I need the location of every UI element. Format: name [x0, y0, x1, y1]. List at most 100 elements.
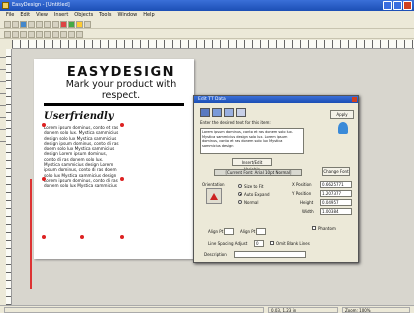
underline-icon[interactable] — [44, 30, 51, 38]
y-position-label: Y Position — [292, 191, 312, 196]
align-y-input[interactable] — [256, 228, 266, 235]
dialog-close-button[interactable] — [352, 97, 357, 102]
font-icon[interactable] — [212, 108, 222, 117]
app-window: EasyDesign - [Untitled] File Edit View I… — [0, 0, 414, 313]
change-font-button[interactable]: Change Font — [322, 167, 350, 176]
current-font-display: [Current Font: Arial 10pt Normal] — [214, 169, 302, 176]
delete-icon[interactable] — [60, 20, 67, 28]
maximize-button[interactable] — [393, 1, 402, 10]
menu-bar: File Edit View Insert Objects Tools Wind… — [0, 11, 414, 20]
width-label: Width — [302, 209, 314, 214]
selection-handle[interactable] — [80, 235, 84, 239]
text-style-icon[interactable] — [200, 108, 210, 117]
auto-expand-radio[interactable] — [238, 192, 242, 196]
page-heading[interactable]: EASYDESIGN — [48, 65, 194, 80]
apply-button[interactable]: Apply — [330, 110, 354, 119]
label-page[interactable]: EASYDESIGN Mark your product with respec… — [34, 59, 194, 259]
insert-variable-button[interactable]: Insert/Edit Variable — [232, 158, 272, 172]
orientation-selector[interactable] — [206, 188, 222, 204]
paste-icon[interactable] — [52, 20, 59, 28]
x-position-label: X Position — [292, 182, 312, 187]
help-globe-icon[interactable] — [338, 122, 348, 134]
orientation-label: Orientation — [202, 182, 225, 187]
horizontal-ruler — [12, 40, 414, 49]
align-left-icon[interactable] — [4, 30, 11, 38]
item-text-input[interactable]: Lorem ipsum dominus, conto et ras donem … — [200, 128, 304, 154]
y-position-input[interactable]: 1.207377 — [320, 190, 352, 197]
align-x-label: Align Pt — [208, 229, 224, 234]
size-to-fit-label: Size to Fit — [244, 184, 264, 189]
minimize-button[interactable] — [383, 1, 392, 10]
open-folder-icon[interactable] — [12, 20, 19, 28]
format-toolbar — [0, 30, 414, 39]
description-label: Description — [204, 252, 227, 257]
paragraph-icon[interactable] — [224, 108, 234, 117]
window-buttons — [383, 1, 412, 10]
close-button[interactable] — [403, 1, 412, 10]
phantom-label: Phantom — [318, 226, 336, 231]
grid-icon[interactable] — [52, 30, 59, 38]
save-icon[interactable] — [20, 20, 27, 28]
window-title: EasyDesign - [Untitled] — [12, 2, 70, 8]
omit-blank-checkbox[interactable] — [270, 241, 274, 245]
line-spacing-input[interactable]: 0 — [254, 240, 264, 247]
align-y-label: Align Pt — [240, 229, 256, 234]
menu-file[interactable]: File — [6, 11, 14, 20]
height-label: Height — [300, 200, 314, 205]
menu-objects[interactable]: Objects — [74, 11, 93, 20]
dialog-prompt: Enter the desired text for this item: — [200, 120, 271, 125]
dialog-title: Edit TT Data — [194, 96, 358, 103]
menu-tools[interactable]: Tools — [99, 11, 111, 20]
copy-icon[interactable] — [44, 20, 51, 28]
cut-icon[interactable] — [36, 20, 43, 28]
status-zoom: Zoom: 100% — [342, 307, 410, 313]
width-input[interactable]: 1.00384 — [320, 208, 352, 215]
selection-handle[interactable] — [120, 177, 124, 181]
title-bar: EasyDesign - [Untitled] — [0, 0, 414, 11]
margin-marker — [30, 179, 32, 289]
print-icon[interactable] — [28, 20, 35, 28]
bold-icon[interactable] — [28, 30, 35, 38]
line-spacing-label: Line Spacing Adjust — [208, 241, 248, 246]
snap-icon[interactable] — [60, 30, 67, 38]
selection-handle[interactable] — [120, 123, 124, 127]
menu-view[interactable]: View — [36, 11, 48, 20]
status-message — [4, 307, 264, 313]
menu-insert[interactable]: Insert — [54, 11, 68, 20]
phantom-checkbox[interactable] — [312, 226, 316, 230]
menu-edit[interactable]: Edit — [20, 11, 30, 20]
section-title[interactable]: Userfriendly — [44, 111, 114, 122]
check-icon[interactable] — [68, 20, 75, 28]
selection-handle[interactable] — [42, 235, 46, 239]
italic-icon[interactable] — [36, 30, 43, 38]
align-right-icon[interactable] — [20, 30, 27, 38]
selection-handle[interactable] — [42, 123, 46, 127]
normal-label: Normal — [244, 200, 259, 205]
menu-window[interactable]: Window — [118, 11, 138, 20]
status-position: 0.03, 1.23 in — [268, 307, 338, 313]
size-to-fit-radio[interactable] — [238, 184, 242, 188]
selection-handle[interactable] — [42, 177, 46, 181]
auto-expand-label: Auto Expand — [244, 192, 270, 197]
main-toolbar — [0, 20, 414, 29]
edit-text-dialog: Edit TT Data Enter the desired text for … — [193, 95, 359, 263]
x-position-input[interactable]: 0.6625771 — [320, 181, 352, 188]
body-text-block[interactable]: Lorem ipsum dominus, conto et ras donem … — [44, 125, 120, 235]
variable-icon[interactable] — [236, 108, 246, 117]
zoom-icon[interactable] — [84, 20, 91, 28]
selection-handle[interactable] — [120, 235, 124, 239]
divider-line[interactable] — [44, 103, 184, 106]
rotate-icon[interactable] — [68, 30, 75, 38]
page-subheading[interactable]: Mark your product with respect. — [48, 79, 194, 101]
align-x-input[interactable] — [224, 228, 234, 235]
help-icon[interactable] — [76, 20, 83, 28]
menu-help[interactable]: Help — [143, 11, 154, 20]
new-file-icon[interactable] — [4, 20, 11, 28]
orientation-arrow-icon — [210, 193, 218, 200]
height-input[interactable]: 0.04957 — [320, 199, 352, 206]
align-center-icon[interactable] — [12, 30, 19, 38]
description-input[interactable] — [234, 251, 306, 258]
layer-icon[interactable] — [76, 30, 83, 38]
app-icon — [2, 2, 9, 9]
normal-radio[interactable] — [238, 200, 242, 204]
